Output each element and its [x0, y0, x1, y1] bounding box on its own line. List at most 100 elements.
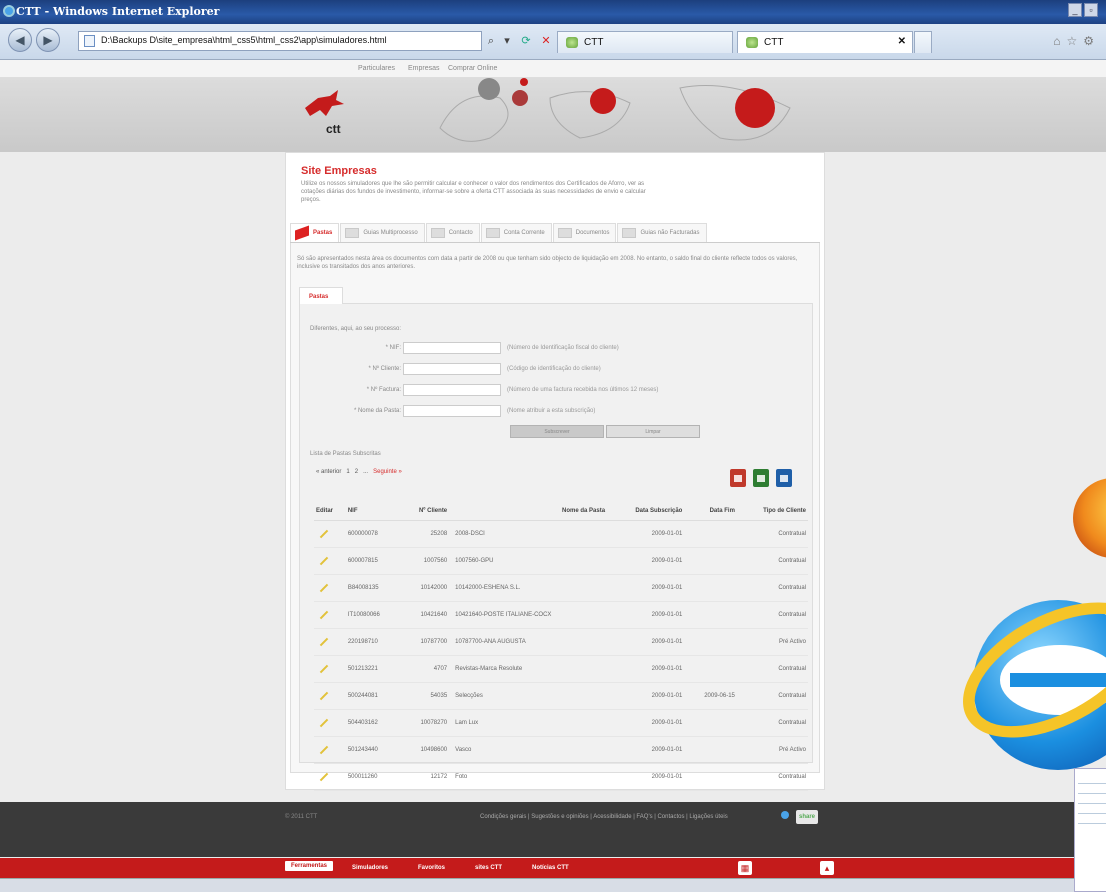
- edit-pencil-icon[interactable]: [319, 718, 329, 727]
- dropdown-icon[interactable]: ▾: [499, 32, 515, 50]
- export-pdf-icon[interactable]: [730, 469, 746, 487]
- tab-guias-multiprocesso[interactable]: Guias Multiprocesso: [340, 223, 425, 242]
- notepad-icon: [1074, 768, 1106, 892]
- browser-tab-2[interactable]: CTT ✕: [737, 31, 913, 53]
- cell-nome: Lam Lux: [449, 709, 608, 737]
- calendar-icon[interactable]: ▦: [738, 861, 752, 875]
- cell-nome: Revistas-Marca Resolute: [449, 655, 608, 683]
- edit-pencil-icon[interactable]: [319, 529, 329, 538]
- toolbar-favoritos[interactable]: Favoritos: [418, 865, 445, 871]
- cell-fim: [684, 547, 737, 575]
- guide-icon: [345, 228, 360, 238]
- tab-label: CTT: [764, 37, 784, 48]
- edit-pencil-icon[interactable]: [319, 664, 329, 673]
- tab-guias-nao-facturadas[interactable]: Guias não Facturadas: [617, 223, 707, 242]
- share-button[interactable]: share: [796, 810, 818, 824]
- edit-pencil-icon[interactable]: [319, 745, 329, 754]
- maximize-button[interactable]: ▫: [1084, 3, 1098, 17]
- cell-tipo: Contratual: [736, 574, 808, 602]
- home-icon[interactable]: ⌂: [1053, 34, 1066, 48]
- tab-conta-corrente[interactable]: Conta Corrente: [480, 223, 552, 242]
- edit-pencil-icon[interactable]: [319, 610, 329, 619]
- cliente-field[interactable]: [403, 363, 501, 375]
- browser-tab-1[interactable]: CTT: [557, 31, 733, 53]
- contact-icon: [430, 228, 445, 238]
- cell-data: 2009-01-01: [607, 763, 685, 791]
- edit-pencil-icon[interactable]: [319, 556, 329, 565]
- nav-comprar-online[interactable]: Comprar Online: [448, 65, 497, 72]
- pastas-table: Editar NIF Nº Cliente Nome da Pasta Data…: [314, 502, 808, 791]
- clear-button[interactable]: Limpar: [606, 425, 700, 438]
- prev-page-link[interactable]: « anterior: [316, 469, 341, 475]
- pagination: « anterior 1 2 ... Seguinte »: [316, 469, 402, 475]
- forward-button[interactable]: ▶: [36, 28, 60, 52]
- cell-tipo: Contratual: [736, 520, 808, 548]
- cell-nif: 504403162: [345, 709, 401, 737]
- table-row: IT10080066 10421640 10421640-POSTE ITALIAN…: [314, 601, 808, 629]
- tab-documentos[interactable]: Documentos: [552, 223, 617, 242]
- cell-tipo: Pré Activo: [736, 736, 808, 764]
- favorites-star-icon[interactable]: ☆: [1066, 34, 1083, 48]
- cell-cliente: 10142000: [400, 574, 450, 602]
- tab-contacto[interactable]: Contacto: [425, 223, 480, 242]
- browser-toolbar: ◀ ▶ D:\Backups D\site_empresa\html_css5\…: [0, 24, 1106, 60]
- close-tab-icon[interactable]: ✕: [898, 36, 906, 47]
- cell-cliente: 10421640: [400, 601, 450, 629]
- ctt-logo[interactable]: ctt: [300, 86, 360, 136]
- toolbar-sites-ctt[interactable]: sites CTT: [475, 865, 502, 871]
- cell-nif: 501213221: [345, 655, 401, 683]
- cell-fim: 2009-06-15: [684, 682, 737, 710]
- tools-gear-icon[interactable]: ⚙: [1083, 34, 1100, 48]
- page-ellipsis: ...: [363, 469, 369, 475]
- collapse-up-icon[interactable]: ▴: [820, 861, 834, 875]
- table-row: 504403162 10078270 Lam Lux 2009-01-01 Contra…: [314, 709, 808, 737]
- nif-field[interactable]: [403, 342, 501, 354]
- cell-tipo: Contratual: [736, 601, 808, 629]
- minimize-button[interactable]: _: [1068, 3, 1082, 17]
- table-row: B84008135 10142000 10142000-ESHENA S.L. 200…: [314, 574, 808, 602]
- nav-empresas[interactable]: Empresas: [408, 65, 440, 72]
- cell-nif: 600000078: [345, 520, 401, 548]
- tab-label: Conta Corrente: [503, 230, 545, 236]
- tab-pastas[interactable]: Pastas: [290, 223, 340, 242]
- logo-text: ctt: [326, 122, 341, 136]
- edit-pencil-icon[interactable]: [319, 637, 329, 646]
- new-tab-button[interactable]: [914, 31, 932, 53]
- edit-pencil-icon[interactable]: [319, 772, 329, 781]
- subtab-pastas[interactable]: Pastas: [299, 287, 343, 304]
- page-2-link[interactable]: 2: [355, 469, 358, 475]
- next-page-link[interactable]: Seguinte »: [373, 469, 402, 475]
- nome-pasta-field[interactable]: [403, 405, 501, 417]
- edit-cell: [314, 682, 346, 710]
- edit-pencil-icon[interactable]: [319, 583, 329, 592]
- edit-cell: [314, 574, 346, 602]
- export-word-icon[interactable]: [776, 469, 792, 487]
- edit-pencil-icon[interactable]: [319, 691, 329, 700]
- cell-data: 2009-01-01: [607, 628, 685, 656]
- search-icon[interactable]: ⌕: [483, 32, 499, 50]
- toolbar-simuladores[interactable]: Simuladores: [352, 865, 388, 871]
- toolbar-ferramentas[interactable]: Ferramentas: [285, 861, 334, 871]
- toolbar-noticias-ctt[interactable]: Notícias CTT: [532, 865, 569, 871]
- tab-label: CTT: [584, 37, 604, 48]
- cell-tipo: Contratual: [736, 547, 808, 575]
- page-1-link[interactable]: 1: [346, 469, 349, 475]
- subscribe-button[interactable]: Subscrever: [510, 425, 604, 438]
- col-nome-pasta: Nome da Pasta: [449, 502, 608, 521]
- footer-links[interactable]: Condições gerais | Sugestões e opiniões …: [480, 814, 728, 820]
- stop-icon[interactable]: ✕: [538, 32, 554, 50]
- map-dot: [520, 78, 528, 86]
- back-button[interactable]: ◀: [8, 28, 32, 52]
- ie-app-icon: [3, 5, 15, 17]
- edit-cell: [314, 763, 346, 791]
- export-excel-icon[interactable]: [753, 469, 769, 487]
- factura-field[interactable]: [403, 384, 501, 396]
- table-row: 500244081 54035 Selecções 2009-01-01 2009-06…: [314, 682, 808, 710]
- refresh-icon[interactable]: ⟳: [518, 32, 534, 50]
- cell-data: 2009-01-01: [607, 736, 685, 764]
- nav-particulares[interactable]: Particulares: [358, 65, 395, 72]
- accessibility-icon[interactable]: [781, 811, 789, 819]
- address-field[interactable]: D:\Backups D\site_empresa\html_css5\html…: [78, 31, 482, 51]
- page-viewport: Particulares Empresas Comprar Online ctt…: [0, 60, 1106, 878]
- col-data-fim: Data Fim: [684, 502, 737, 521]
